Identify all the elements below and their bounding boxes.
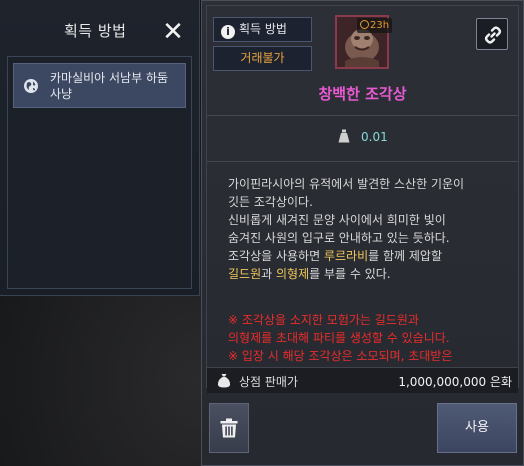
acquisition-method-button[interactable]: i 획득 방법 [213, 17, 312, 42]
item-timer-text: 23h [370, 20, 390, 31]
use-button[interactable]: 사용 [437, 403, 517, 453]
link-icon [484, 26, 502, 44]
acquisition-panel: 획득 방법 ✕ 카마실비아 서남부 하둠 사냥 [0, 0, 200, 296]
trash-icon [220, 418, 238, 438]
shop-price-value: 1,000,000,000 은화 [398, 375, 512, 389]
shop-price-label: 상점 판매가 [239, 375, 299, 389]
item-weight: 0.01 [361, 130, 388, 144]
shop-price-bar: 상점 판매가 1,000,000,000 은화 [207, 367, 518, 393]
highlight-guild-member: 길드원 [228, 267, 262, 281]
description-line: 신비롭게 새겨진 문양 사이에서 희미한 빛이 [228, 213, 446, 227]
close-icon: ✕ [162, 17, 184, 47]
acquisition-method-label: 획득 방법 [239, 22, 287, 36]
divider [207, 161, 518, 162]
warning-line: 의형제를 초대해 파티를 생성할 수 있습니다. [228, 331, 450, 345]
acquisition-source-item[interactable]: 카마실비아 서남부 하둠 사냥 [13, 63, 186, 108]
highlight-boss-name: 루르라비 [323, 249, 369, 263]
description-line: 를 함께 제압할 [368, 249, 442, 263]
item-name: 창백한 조각상 [318, 85, 407, 103]
info-icon: i [221, 25, 235, 39]
item-tooltip-panel: i 획득 방법 거래불가 23h 창백한 조각상 0.01 가이핀라시아의 유적… [201, 0, 524, 466]
acquisition-source-label: 카마실비아 서남부 하둠 사냥 [50, 71, 169, 101]
item-description: 가이핀라시아의 유적에서 발견한 스산한 기운이 깃든 조각상이다. 신비롭게 … [228, 175, 508, 283]
acquisition-panel-title: 획득 방법 [64, 22, 127, 40]
description-line: 조각상을 사용하면 [228, 249, 324, 263]
untradeable-badge: 거래불가 [213, 46, 312, 71]
divider [207, 115, 518, 116]
highlight-sworn-sibling: 의형제 [275, 267, 310, 281]
clock-icon [360, 20, 369, 29]
warning-line: ※ 입장 시 해당 조각상은 소모되며, 초대받은 [228, 349, 453, 363]
description-line: 깃든 조각상이다. [228, 195, 313, 209]
acquisition-source-list: 카마실비아 서남부 하둠 사냥 [7, 56, 192, 289]
description-line: 를 부를 수 있다. [309, 267, 391, 281]
description-line: 과 [261, 267, 276, 281]
item-timer-badge: 23h [357, 18, 393, 33]
description-line: 가이핀라시아의 유적에서 발견한 스산한 기운이 [228, 177, 465, 191]
description-line: 숨겨진 사원의 입구로 안내하고 있는 듯하다. [228, 231, 450, 245]
item-warnings: ※ 조각상을 소지한 모험가는 길드원과 의형제를 초대해 파티를 생성할 수 … [228, 311, 513, 365]
weight-icon [338, 129, 350, 143]
close-button[interactable]: ✕ [160, 17, 186, 47]
globe-icon [24, 79, 38, 93]
bag-icon [217, 374, 231, 388]
discard-button[interactable] [209, 403, 249, 453]
warning-line: ※ 조각상을 소지한 모험가는 길드원과 [228, 313, 419, 327]
link-button[interactable] [476, 18, 508, 50]
